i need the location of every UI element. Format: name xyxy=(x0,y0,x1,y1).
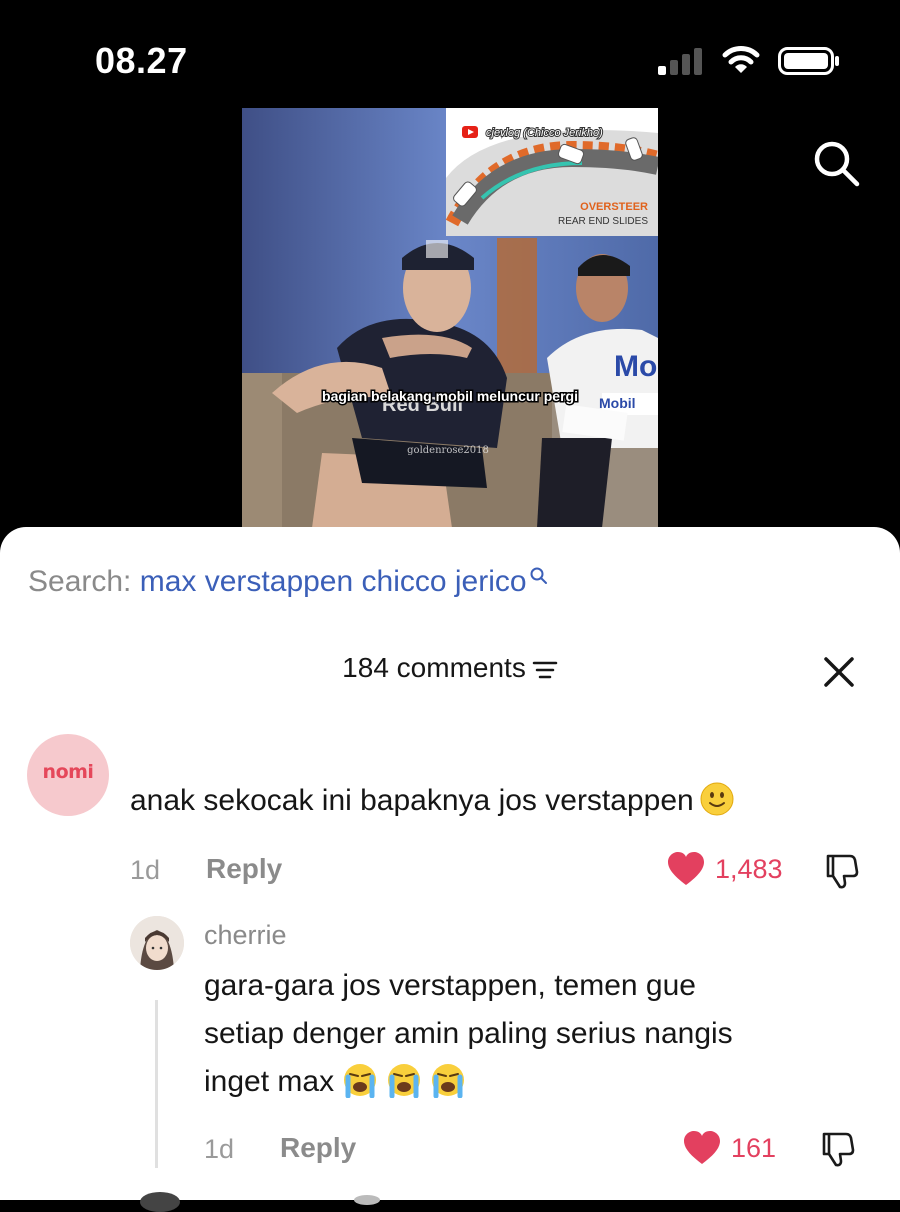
search-label: Search: xyxy=(28,565,132,598)
reply-button[interactable]: Reply xyxy=(206,853,282,885)
loudly-crying-face-emoji xyxy=(432,1064,465,1098)
avatar-illustration xyxy=(130,916,184,970)
slightly-smiling-face-emoji xyxy=(700,782,734,816)
sort-icon[interactable] xyxy=(532,659,558,681)
reply-line-last: inget max xyxy=(204,1058,884,1106)
search-icon[interactable] xyxy=(808,135,864,191)
reply-button[interactable]: Reply xyxy=(280,1132,356,1164)
cellular-signal-icon xyxy=(658,47,704,75)
video-player[interactable]: Mo Mobil Red Bull bagian belakang mobil … xyxy=(242,108,658,528)
like-count: 1,483 xyxy=(715,854,783,884)
search-query[interactable]: max verstappen chicco jerico xyxy=(140,565,527,598)
comments-count: 184 comments xyxy=(342,652,526,683)
comment-age: 1d xyxy=(130,855,161,885)
diagram-title: OVERSTEER xyxy=(580,201,648,213)
shirt-brand-2: Mobil xyxy=(599,395,636,411)
search-suggestion[interactable]: Search: max verstappen chicco jerico xyxy=(28,565,549,599)
comments-header: 184 comments xyxy=(0,652,900,684)
avatar-logo-text: nomi xyxy=(42,761,94,783)
thumbs-down-icon[interactable] xyxy=(820,1130,858,1168)
shirt-logo: Mo xyxy=(614,350,657,383)
close-icon[interactable] xyxy=(822,655,856,689)
wifi-icon xyxy=(722,46,760,73)
video-watermark: goldenrose2018 xyxy=(407,445,489,456)
reply-age: 1d xyxy=(204,1134,235,1164)
loudly-crying-face-emoji xyxy=(344,1064,377,1098)
next-comment-avatar-peek xyxy=(140,1192,180,1212)
heart-icon[interactable] xyxy=(666,851,706,887)
avatar[interactable]: nomi xyxy=(27,734,109,816)
thumbs-down-icon[interactable] xyxy=(824,852,862,890)
comment-text: anak sekocak ini bapaknya jos verstappen xyxy=(130,782,734,818)
avatar[interactable] xyxy=(130,916,184,970)
thread-line xyxy=(155,1000,158,1168)
reply-username[interactable]: cherrie xyxy=(204,920,287,951)
status-time: 08.27 xyxy=(95,40,188,81)
reply-line-text: inget max xyxy=(204,1065,335,1098)
reply-line: gara-gara jos verstappen, temen gue xyxy=(204,969,696,1002)
heart-icon[interactable] xyxy=(682,1130,722,1166)
video-frame: Mo Mobil Red Bull bagian belakang mobil … xyxy=(242,108,658,528)
video-caption: bagian belakang mobil meluncur pergi xyxy=(322,388,578,404)
reply-line: setiap denger amin paling serius nangis xyxy=(204,1017,733,1050)
comment-text-content: anak sekocak ini bapaknya jos verstappen xyxy=(130,784,694,817)
next-comment-peek xyxy=(354,1195,380,1205)
reply-text: gara-gara jos verstappen, temen gue seti… xyxy=(204,962,884,1106)
like-count: 161 xyxy=(731,1133,777,1163)
status-bar: 08.27 xyxy=(0,0,900,110)
channel-label: cjevlog (Chicco Jerikho) xyxy=(486,127,603,139)
loudly-crying-face-emoji xyxy=(388,1064,421,1098)
search-small-icon xyxy=(530,567,547,584)
battery-icon xyxy=(778,47,839,75)
diagram-subtitle: REAR END SLIDES xyxy=(558,216,648,227)
oversteer-diagram: cjevlog (Chicco Jerikho) OVERSTEER REAR … xyxy=(445,108,658,236)
